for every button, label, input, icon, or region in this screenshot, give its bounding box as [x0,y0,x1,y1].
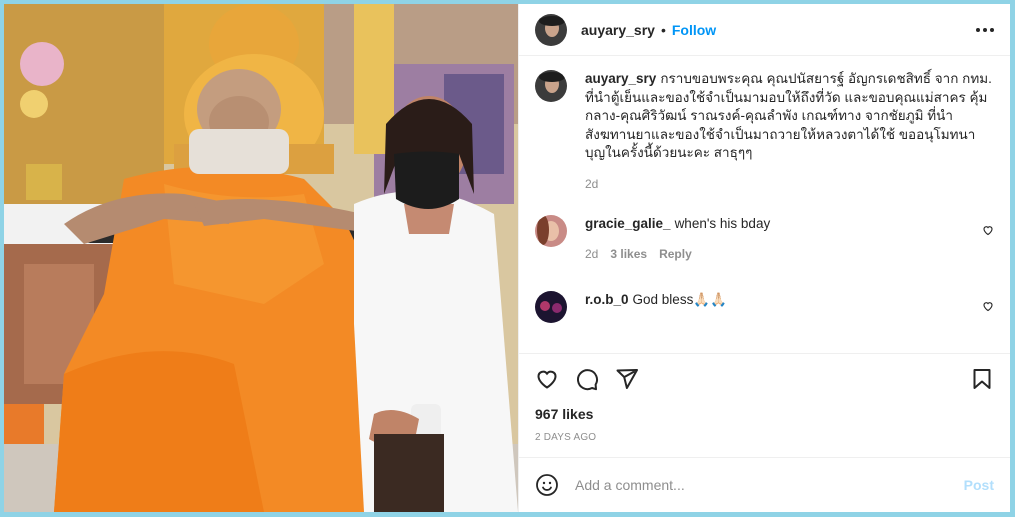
comment-row: r.o.b_0 God bless🙏🏻🙏🏻 [535,291,994,323]
post-window: auyary_sry • Follow auyary_sry กราบขอบพระ… [4,4,1010,512]
emoji-icon[interactable] [535,473,559,497]
comment-text: God bless🙏🏻🙏🏻 [632,292,727,307]
comment-avatar[interactable] [535,291,567,323]
comment-username[interactable]: gracie_galie_ [585,216,671,231]
separator-dot: • [660,21,666,38]
photo-illustration [4,4,518,512]
caption-meta: 2d [585,177,994,191]
comment-like-heart-icon[interactable] [982,300,994,312]
post-actions: 967 likes 2 DAYS AGO [519,353,1010,457]
comment-text-block: r.o.b_0 God bless🙏🏻🙏🏻 [585,291,972,310]
author-avatar[interactable] [535,13,567,46]
caption-row: auyary_sry กราบขอบพระคุณ คุณปนัสยารฐ์ อัญ… [535,70,994,191]
post-sidebar: auyary_sry • Follow auyary_sry กราบขอบพระ… [518,4,1010,512]
post-comment-button[interactable]: Post [964,477,994,493]
add-comment-bar: Post [519,457,1010,512]
comment-like-heart-icon[interactable] [982,224,994,236]
comment-text-block: gracie_galie_ when's his bday [585,215,972,234]
more-options-icon[interactable] [976,27,994,32]
post-photo[interactable] [4,4,518,512]
author-username[interactable]: auyary_sry [581,22,655,38]
comment-avatar[interactable] [535,214,567,247]
caption-avatar[interactable] [535,70,567,102]
comment-meta: 2d 3 likes Reply [585,247,972,261]
paper-plane-icon[interactable] [615,367,639,391]
comment-time[interactable]: 2d [585,247,598,261]
caption-time[interactable]: 2d [585,177,598,191]
comment-username[interactable]: r.o.b_0 [585,292,629,307]
bookmark-icon[interactable] [970,367,994,391]
comment-icon[interactable] [575,367,599,391]
comment-input[interactable] [575,477,964,493]
comment-likes[interactable]: 3 likes [610,247,647,261]
follow-button[interactable]: Follow [672,22,716,38]
likes-count[interactable]: 967 likes [535,406,994,422]
comment-row: gracie_galie_ when's his bday 2d 3 likes … [535,214,994,261]
caption-username[interactable]: auyary_sry [585,71,656,86]
comment-text: when's his bday [674,215,771,231]
post-header: auyary_sry • Follow [519,4,1010,56]
heart-icon[interactable] [535,367,559,391]
reply-button[interactable]: Reply [659,247,692,261]
post-date[interactable]: 2 DAYS AGO [535,432,994,443]
comments-list: auyary_sry กราบขอบพระคุณ คุณปนัสยารฐ์ อัญ… [519,56,1010,353]
caption-text-block: auyary_sry กราบขอบพระคุณ คุณปนัสยารฐ์ อัญ… [585,70,994,163]
action-icons [535,354,994,404]
